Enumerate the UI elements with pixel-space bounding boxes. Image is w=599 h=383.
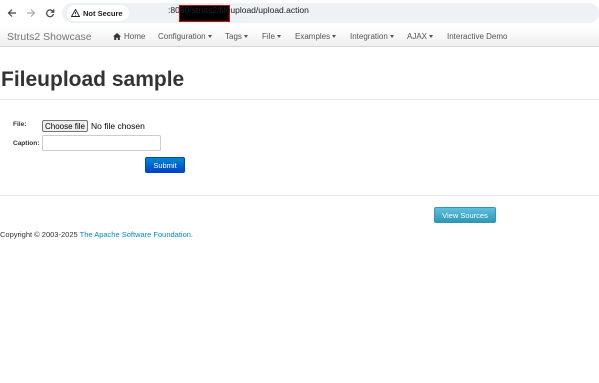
nav-item-configuration[interactable]: Configuration	[158, 32, 212, 41]
title-divider	[0, 99, 599, 100]
nav-item-interactive-demo[interactable]: Interactive Demo	[447, 32, 507, 41]
footer: Copyright © 2003-2025 The Apache Softwar…	[0, 230, 193, 239]
file-status: No file chosen	[91, 121, 145, 131]
back-button[interactable]	[3, 4, 21, 22]
nav-item-label: Home	[124, 32, 146, 41]
nav-item-examples[interactable]: Examples	[295, 32, 337, 41]
caption-input[interactable]	[42, 135, 161, 151]
nav-item-label: Interactive Demo	[447, 32, 508, 41]
page-title: Fileupload sample	[1, 68, 185, 91]
navbar-brand[interactable]: Struts2 Showcase	[7, 31, 92, 43]
file-label: File:	[13, 121, 27, 128]
view-sources-button[interactable]: View Sources	[434, 207, 496, 223]
nav-item-label: Configuration	[158, 32, 206, 41]
forward-button[interactable]	[22, 4, 40, 22]
caption-label: Caption:	[13, 140, 40, 147]
nav-item-label: Tags	[225, 32, 242, 41]
security-label: Not Secure	[83, 8, 123, 18]
back-arrow-icon	[7, 9, 16, 17]
nav-item-tags[interactable]: Tags	[225, 32, 248, 41]
nav-item-ajax[interactable]: AJAX	[407, 32, 434, 41]
nav-item-label: Examples	[295, 32, 331, 41]
url-text: :8080/struts2/fileupload/upload.action	[168, 5, 309, 15]
nav-item-home[interactable]: Home	[113, 32, 145, 41]
caret-down-icon	[332, 35, 337, 38]
copyright-text: Copyright © 2003-2025	[0, 230, 80, 239]
caret-down-icon	[243, 35, 248, 38]
address-bar[interactable]: Not Secure	[62, 3, 599, 23]
submit-button[interactable]: Submit	[145, 157, 185, 173]
caret-down-icon	[207, 35, 212, 38]
apache-foundation-link[interactable]: The Apache Software Foundation.	[80, 230, 193, 239]
security-indicator[interactable]: Not Secure	[67, 5, 129, 21]
reload-icon	[46, 9, 55, 18]
caret-down-icon	[276, 35, 281, 38]
choose-file-button[interactable]: Choose file	[42, 120, 88, 132]
site-navbar: Struts2 Showcase Home Configuration Tags…	[0, 26, 599, 47]
nav-item-integration[interactable]: Integration	[350, 32, 394, 41]
home-icon	[113, 33, 121, 40]
nav-item-file[interactable]: File	[262, 32, 281, 41]
warning-icon	[71, 9, 80, 17]
caret-down-icon	[429, 35, 434, 38]
reload-button[interactable]	[41, 4, 59, 22]
nav-item-label: File	[262, 32, 275, 41]
browser-toolbar: Not Secure :8080/struts2/fileupload/uplo…	[0, 0, 599, 26]
caret-down-icon	[389, 35, 394, 38]
form-divider	[0, 195, 599, 196]
forward-arrow-icon	[27, 9, 36, 17]
nav-item-label: AJAX	[407, 32, 428, 41]
nav-item-label: Integration	[350, 32, 388, 41]
